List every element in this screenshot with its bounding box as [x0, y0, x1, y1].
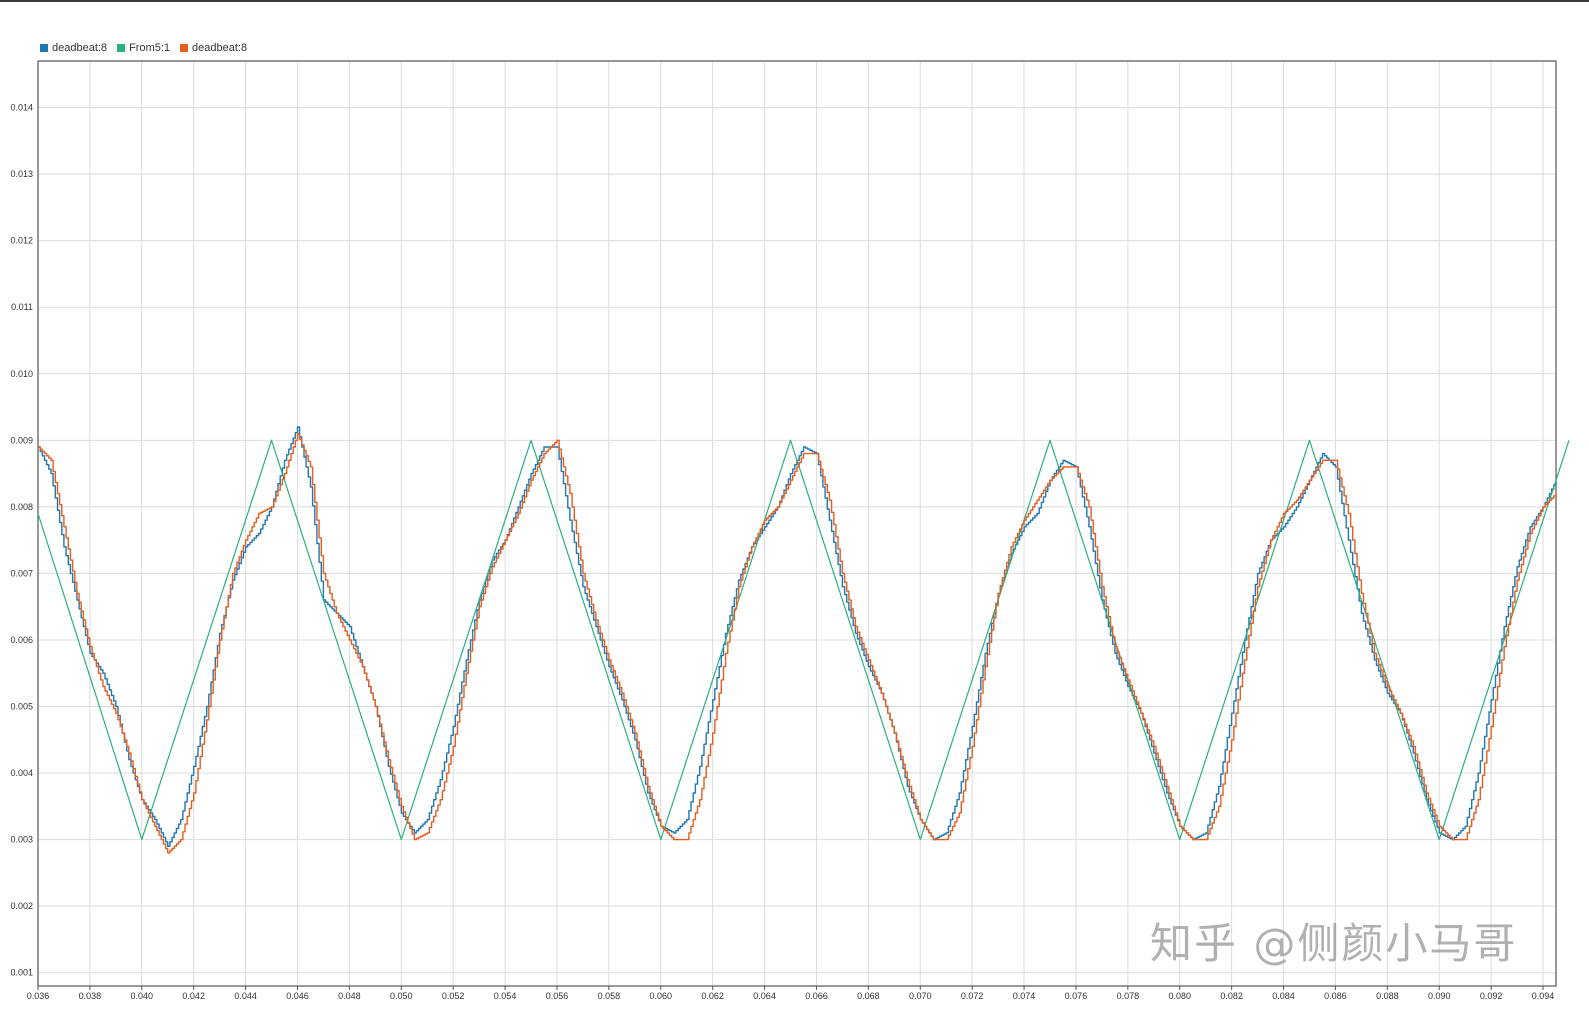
x-tick-label: 0.040: [131, 991, 154, 1001]
x-tick-label: 0.068: [857, 991, 880, 1001]
x-tick-label: 0.066: [805, 991, 828, 1001]
x-tick-label: 0.054: [494, 991, 517, 1001]
x-tick-label: 0.078: [1117, 991, 1140, 1001]
y-tick-label: 0.005: [10, 702, 33, 712]
x-tick-label: 0.062: [701, 991, 724, 1001]
x-tick-label: 0.076: [1065, 991, 1088, 1001]
x-tick-label: 0.092: [1480, 991, 1503, 1001]
x-tick-label: 0.064: [753, 991, 776, 1001]
x-tick-label: 0.088: [1376, 991, 1399, 1001]
y-tick-label: 0.007: [10, 568, 33, 578]
x-tick-label: 0.060: [650, 991, 673, 1001]
y-tick-label: 0.004: [10, 768, 33, 778]
x-tick-label: 0.090: [1428, 991, 1451, 1001]
x-tick-label: 0.082: [1220, 991, 1243, 1001]
x-tick-label: 0.094: [1532, 991, 1555, 1001]
y-tick-label: 0.006: [10, 635, 33, 645]
y-tick-label: 0.002: [10, 901, 33, 911]
x-tick-label: 0.046: [286, 991, 309, 1001]
y-tick-label: 0.011: [11, 302, 33, 312]
x-tick-label: 0.074: [1013, 991, 1036, 1001]
x-tick-label: 0.072: [961, 991, 984, 1001]
x-tick-label: 0.080: [1168, 991, 1191, 1001]
x-tick-label: 0.036: [27, 991, 50, 1001]
x-tick-label: 0.050: [390, 991, 413, 1001]
x-tick-label: 0.058: [598, 991, 621, 1001]
y-tick-label: 0.003: [10, 835, 33, 845]
x-tick-label: 0.048: [338, 991, 361, 1001]
y-tick-label: 0.001: [10, 968, 33, 978]
x-tick-label: 0.038: [79, 991, 102, 1001]
y-tick-label: 0.010: [10, 369, 33, 379]
x-tick-label: 0.070: [909, 991, 932, 1001]
y-tick-label: 0.013: [10, 169, 33, 179]
y-tick-label: 0.014: [10, 103, 33, 113]
watermark-text: 知乎 @侧颜小马哥: [1150, 919, 1518, 968]
x-tick-label: 0.084: [1272, 991, 1295, 1001]
x-tick-label: 0.056: [546, 991, 569, 1001]
line-chart[interactable]: 0.036 0.038 0.040 0.042 0.044 0.046 0.048 0.050…: [0, 0, 1589, 1018]
x-tick-label: 0.052: [442, 991, 465, 1001]
x-tick-label: 0.042: [182, 991, 205, 1001]
x-tick-label: 0.086: [1324, 991, 1347, 1001]
x-tick-label: 0.044: [234, 991, 257, 1001]
y-tick-label: 0.009: [10, 435, 33, 445]
y-tick-label: 0.008: [10, 502, 33, 512]
y-tick-label: 0.012: [10, 236, 33, 246]
